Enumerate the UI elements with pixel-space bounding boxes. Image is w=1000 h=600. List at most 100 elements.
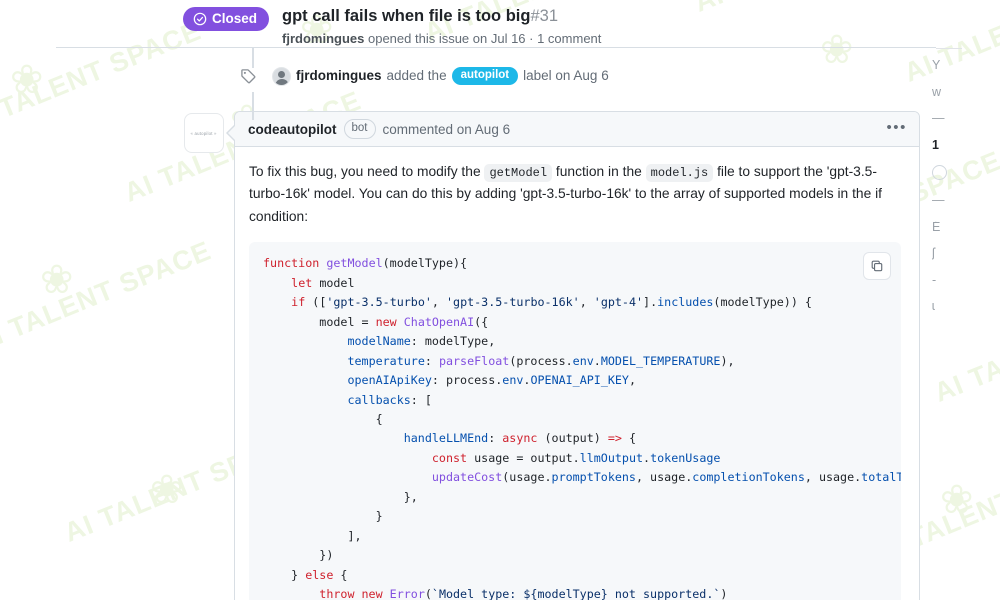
sidebar-fragment: w (932, 85, 942, 98)
label-event-suffix: label on Aug 6 (523, 68, 609, 84)
status-badge-label: Closed (212, 11, 258, 27)
issue-subtitle-rest: opened this issue on Jul 16 · 1 comment (367, 30, 602, 46)
code-token: (process. (509, 353, 573, 368)
code-token: , (579, 295, 594, 310)
sidebar-cropped: Yw — 1 — Éʃ - ɩ (932, 48, 1000, 327)
sidebar-fragment: ɩ (932, 300, 935, 313)
code-token: ChatOpenAI (403, 314, 475, 329)
watermark-text: AI TALENT SPACE (0, 15, 206, 137)
code-token: , (431, 295, 446, 310)
code-token: openAIApiKey (347, 373, 432, 388)
code-token: 'gpt-4' (593, 295, 644, 310)
code-token: llmOutput (579, 450, 644, 465)
code-block-getmodel: function getModel(modelType){ let model … (249, 242, 901, 600)
label-event-action: added the (386, 68, 447, 84)
avatar-logo-mark: « autopilot » (190, 130, 218, 136)
bot-badge: bot (343, 119, 376, 139)
code-token: env (572, 353, 594, 368)
issue-title-block: gpt call fails when file is too big#31 f… (282, 6, 601, 48)
code-token: env (502, 373, 524, 388)
comment-body: To fix this bug, you need to modify the … (235, 147, 919, 600)
code-token: let (291, 275, 320, 290)
code-token: new (375, 314, 404, 329)
sidebar-fragment: — (932, 112, 945, 125)
timeline-label-event: fjrdomingues added the autopilot label o… (234, 62, 609, 90)
code-token: handleLLMEnd (403, 431, 489, 446)
code-token: throw new (319, 587, 390, 600)
issue-author[interactable]: fjrdomingues (282, 31, 364, 46)
watermark-logo-icon: ❀ (40, 257, 74, 303)
code-token: MODEL_TEMPERATURE (600, 353, 721, 368)
code-token: ) }, } ], }) } (291, 489, 418, 582)
code-token: temperature (347, 353, 425, 368)
code-token: ( (424, 587, 432, 600)
comment-timestamp: commented on Aug 6 (382, 121, 511, 137)
sidebar-fragment: — (932, 194, 945, 207)
watermark-logo-icon: ❀ (940, 477, 974, 523)
issue-subtitle: fjrdomingues opened this issue on Jul 16… (282, 31, 601, 48)
code-token: 'gpt-3.5-turbo' (326, 295, 432, 310)
code-token: , usage. (804, 470, 862, 485)
page-title: gpt call fails when file is too big#31 (282, 6, 601, 27)
code-token: ]. (643, 295, 658, 310)
code-token: modelName (347, 334, 411, 349)
comment-header: codeautopilot bot commented on Aug 6 ••• (235, 112, 919, 147)
code-token: function (263, 256, 327, 271)
header-divider (56, 47, 936, 48)
sidebar-fragment: É (932, 220, 941, 233)
issue-number: #31 (530, 7, 558, 25)
code-token: : process. (431, 373, 503, 388)
code-token: const (431, 450, 475, 465)
code-token: usage = output. (474, 450, 580, 465)
code-token: OPENAI_API_KEY (530, 373, 629, 388)
comment-paragraph-1: To fix this bug, you need to modify the … (249, 161, 901, 228)
code-token: . (593, 353, 601, 368)
code-token: else (305, 567, 341, 582)
sidebar-avatar-cropped (932, 165, 947, 180)
code-token: 'gpt-3.5-turbo-16k' (446, 295, 580, 310)
code-token: totalTokens (861, 470, 901, 485)
code-token: , usage. (635, 470, 693, 485)
code-content: function getModel(modelType){ let model … (263, 254, 901, 600)
code-token: (output) (544, 431, 608, 446)
code-token: `Model type: ${modelType} not supported.… (431, 587, 721, 600)
kebab-menu-icon[interactable]: ••• (886, 120, 907, 139)
code-token: ([ (312, 295, 327, 310)
comment-author[interactable]: codeautopilot (248, 122, 337, 137)
comment-box: codeautopilot bot commented on Aug 6 •••… (234, 111, 920, 600)
timeline-rail-middle (252, 92, 254, 120)
tag-icon (234, 62, 262, 90)
watermark-logo-icon: ❀ (150, 467, 184, 513)
issue-header: Closed gpt call fails when file is too b… (183, 6, 903, 48)
timeline-rail-top (252, 48, 254, 68)
code-token: => (607, 431, 622, 446)
issue-page: AI TALENT SPACEAI TALENT SPACEAI TALENT … (0, 0, 1000, 600)
sidebar-fragment: ʃ (932, 247, 935, 260)
p1-text-1: To fix this bug, you need to modify the (249, 164, 485, 179)
code-token: Error (389, 587, 425, 600)
code-token: completionTokens (692, 470, 805, 485)
code-token: : (424, 353, 439, 368)
copy-icon[interactable] (863, 252, 891, 281)
sidebar-fragment: - (932, 273, 937, 286)
code-token: parseFloat (438, 353, 510, 368)
label-event-user[interactable]: fjrdomingues (296, 69, 382, 83)
comment-arrow-fill (227, 124, 237, 142)
code-token: async (502, 431, 545, 446)
code-token: getModel (326, 256, 383, 271)
avatar (272, 66, 291, 86)
label-event-text: fjrdomingues added the autopilot label o… (272, 66, 609, 86)
code-token: (usage. (502, 470, 552, 485)
status-badge: Closed (183, 7, 270, 31)
code-token: if (291, 295, 313, 310)
code-token: includes (657, 295, 714, 310)
comment-avatar[interactable]: « autopilot » (184, 113, 224, 153)
watermark-logo-icon: ❀ (10, 57, 44, 103)
watermark-text: AI TALENT SPACE (0, 235, 216, 358)
code-token: tokenUsage (650, 450, 721, 465)
issue-title-text: gpt call fails when file is too big (282, 7, 531, 25)
issue-label-autopilot[interactable]: autopilot (451, 66, 519, 86)
sidebar-divider (936, 48, 962, 49)
p1-code-getmodel: getModel (484, 164, 553, 182)
